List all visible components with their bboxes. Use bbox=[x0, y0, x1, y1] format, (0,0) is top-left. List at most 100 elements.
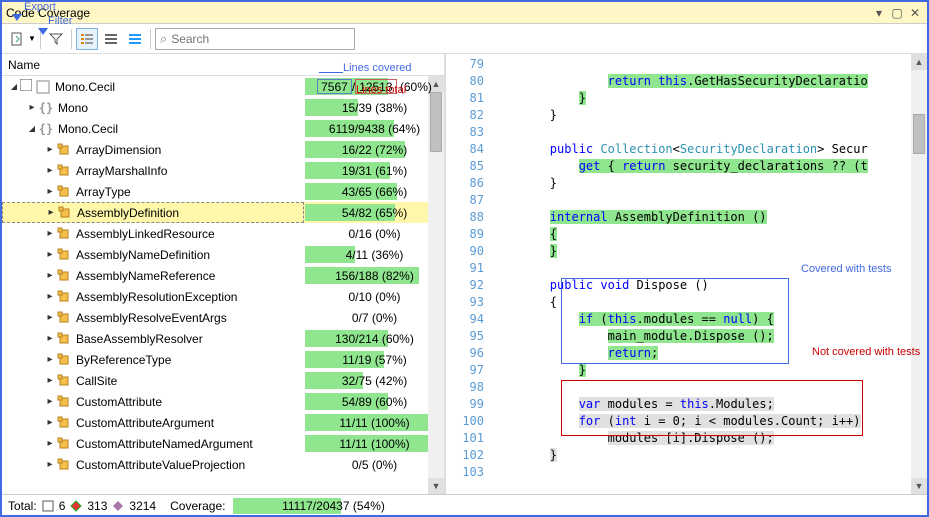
project-icon bbox=[41, 499, 55, 513]
item-name: AssemblyResolveEventArgs bbox=[76, 311, 227, 325]
expander-icon[interactable]: ▸ bbox=[45, 207, 57, 219]
class-icon bbox=[56, 415, 72, 431]
expander-icon[interactable]: ▸ bbox=[44, 396, 56, 408]
tree-row[interactable]: ▸ CustomAttributeNamedArgument 11/11 (100%… bbox=[2, 433, 444, 454]
tree-row[interactable]: ▸AssemblyDefinition54/82 (65%) bbox=[2, 202, 444, 223]
expander-icon[interactable]: ▸ bbox=[44, 312, 56, 324]
scroll-up-arrow[interactable]: ▲ bbox=[911, 54, 927, 70]
callout-covered-tests: Covered with tests bbox=[801, 263, 891, 275]
class-icon bbox=[56, 457, 72, 473]
item-name: CustomAttributeNamedArgument bbox=[76, 437, 253, 451]
minimize-button[interactable]: ▢ bbox=[889, 5, 905, 21]
tree-row[interactable]: ▸AssemblyResolutionException0/10 (0%) bbox=[2, 286, 444, 307]
tree-row[interactable]: ▸ CustomAttribute 54/89 (60%) bbox=[2, 391, 444, 412]
options-button[interactable]: ▾ bbox=[871, 5, 887, 21]
expander-icon[interactable]: ▸ bbox=[26, 102, 38, 114]
class-icon bbox=[56, 142, 72, 158]
code-scrollbar[interactable]: ▲ ▼ bbox=[911, 54, 927, 494]
callout-export: Export bbox=[24, 1, 56, 13]
item-name: BaseAssemblyResolver bbox=[76, 332, 203, 346]
code-line bbox=[492, 124, 927, 141]
item-name: CustomAttribute bbox=[76, 395, 162, 409]
line-number: 88 bbox=[446, 209, 484, 226]
class-icon bbox=[56, 268, 72, 284]
tree-row[interactable]: ▸AssemblyNameDefinition4/11 (36%) bbox=[2, 244, 444, 265]
export-dropdown[interactable]: ▼ bbox=[28, 34, 36, 43]
code-line: public Collection<SecurityDeclaration> S… bbox=[492, 141, 927, 158]
list-view-button[interactable] bbox=[100, 28, 122, 50]
window-title: Code Coverage bbox=[6, 6, 871, 20]
tree-row[interactable]: ▸CallSite32/75 (42%) bbox=[2, 370, 444, 391]
code-line: } bbox=[492, 447, 927, 464]
tree-row[interactable]: ▸AssemblyLinkedResource0/16 (0%) bbox=[2, 223, 444, 244]
class-icon bbox=[56, 373, 72, 389]
expander-icon[interactable]: ▸ bbox=[44, 186, 56, 198]
checkbox-icon[interactable] bbox=[20, 79, 32, 94]
expander-icon[interactable]: ▸ bbox=[44, 417, 56, 429]
line-number: 89 bbox=[446, 226, 484, 243]
tree-row[interactable]: ◢{}Mono.Cecil6119/9438 (64%) bbox=[2, 118, 444, 139]
tree-row[interactable]: ▸ArrayDimension16/22 (72%) bbox=[2, 139, 444, 160]
expander-icon[interactable]: ▸ bbox=[44, 438, 56, 450]
tree-row[interactable]: ▸ByReferenceType11/19 (57%) bbox=[2, 349, 444, 370]
tree-scrollbar[interactable]: ▲ ▼ bbox=[428, 76, 444, 494]
item-name: AssemblyNameReference bbox=[76, 269, 215, 283]
flat-view-button[interactable] bbox=[124, 28, 146, 50]
scroll-thumb[interactable] bbox=[430, 92, 442, 152]
item-name: ArrayType bbox=[76, 185, 131, 199]
item-name: ArrayMarshalInfo bbox=[76, 164, 167, 178]
coverage-cell: 11/11 (100%) bbox=[304, 412, 444, 433]
filter-button[interactable] bbox=[45, 28, 67, 50]
line-number: 80 bbox=[446, 73, 484, 90]
line-number: 103 bbox=[446, 464, 484, 481]
code-line: { bbox=[492, 226, 927, 243]
expander-icon[interactable]: ▸ bbox=[44, 144, 56, 156]
search-box[interactable]: ⌕ bbox=[155, 28, 355, 50]
expander-icon[interactable]: ◢ bbox=[26, 123, 38, 135]
close-button[interactable]: ✕ bbox=[907, 5, 923, 21]
expander-icon[interactable]: ▸ bbox=[44, 291, 56, 303]
expander-icon[interactable]: ▸ bbox=[44, 228, 56, 240]
code-line bbox=[492, 192, 927, 209]
tree-row[interactable]: ▸AssemblyResolveEventArgs0/7 (0%) bbox=[2, 307, 444, 328]
expander-icon[interactable]: ▸ bbox=[44, 375, 56, 387]
coverage-cell: 11/11 (100%) bbox=[304, 433, 444, 454]
tree-row[interactable]: ▸ AssemblyNameReference 156/188 (82%) bbox=[2, 265, 444, 286]
item-name: Mono.Cecil bbox=[55, 80, 115, 94]
expander-icon[interactable]: ▸ bbox=[44, 459, 56, 471]
scroll-down-arrow[interactable]: ▼ bbox=[911, 478, 927, 494]
coverage-cell: 156/188 (82%) bbox=[304, 265, 444, 286]
tree-row[interactable]: ▸BaseAssemblyResolver130/214 (60%) bbox=[2, 328, 444, 349]
code-line: } bbox=[492, 90, 927, 107]
neutral-icon bbox=[35, 79, 51, 95]
coverage-cell: 11/19 (57%) bbox=[304, 349, 444, 370]
class-icon bbox=[56, 163, 72, 179]
expander-icon[interactable]: ▸ bbox=[44, 333, 56, 345]
coverage-cell: 54/89 (60%) bbox=[304, 391, 444, 412]
coverage-cell: 4/11 (36%) bbox=[304, 244, 444, 265]
tree-row[interactable]: ▸ArrayType43/65 (66%) bbox=[2, 181, 444, 202]
item-name: AssemblyDefinition bbox=[77, 206, 179, 220]
line-number: 95 bbox=[446, 328, 484, 345]
scroll-down-arrow[interactable]: ▼ bbox=[428, 478, 444, 494]
coverage-cell: 15/39 (38%) bbox=[304, 97, 444, 118]
search-icon: ⌕ bbox=[160, 31, 167, 47]
tree-row[interactable]: ▸CustomAttributeValueProjection0/5 (0%) bbox=[2, 454, 444, 475]
scroll-thumb[interactable] bbox=[913, 114, 925, 154]
expander-icon[interactable]: ◢ bbox=[8, 81, 20, 93]
tree-row[interactable]: ▸{}Mono15/39 (38%) bbox=[2, 97, 444, 118]
line-number: 91 bbox=[446, 260, 484, 277]
callout-lines-covered: Lines covered bbox=[343, 62, 412, 74]
expander-icon[interactable]: ▸ bbox=[44, 270, 56, 282]
code-line: return this.GetHasSecurityDeclaratio bbox=[492, 73, 927, 90]
item-name: Mono.Cecil bbox=[58, 122, 118, 136]
expander-icon[interactable]: ▸ bbox=[44, 165, 56, 177]
tree-row[interactable]: ▸ArrayMarshalInfo19/31 (61%) bbox=[2, 160, 444, 181]
export-button[interactable] bbox=[6, 28, 28, 50]
tree-row[interactable]: ▸CustomAttributeArgument11/11 (100%) bbox=[2, 412, 444, 433]
expander-icon[interactable]: ▸ bbox=[44, 249, 56, 261]
expander-icon[interactable]: ▸ bbox=[44, 354, 56, 366]
search-input[interactable] bbox=[171, 32, 350, 46]
highlight-code-button[interactable] bbox=[76, 28, 98, 50]
line-number: 101 bbox=[446, 430, 484, 447]
